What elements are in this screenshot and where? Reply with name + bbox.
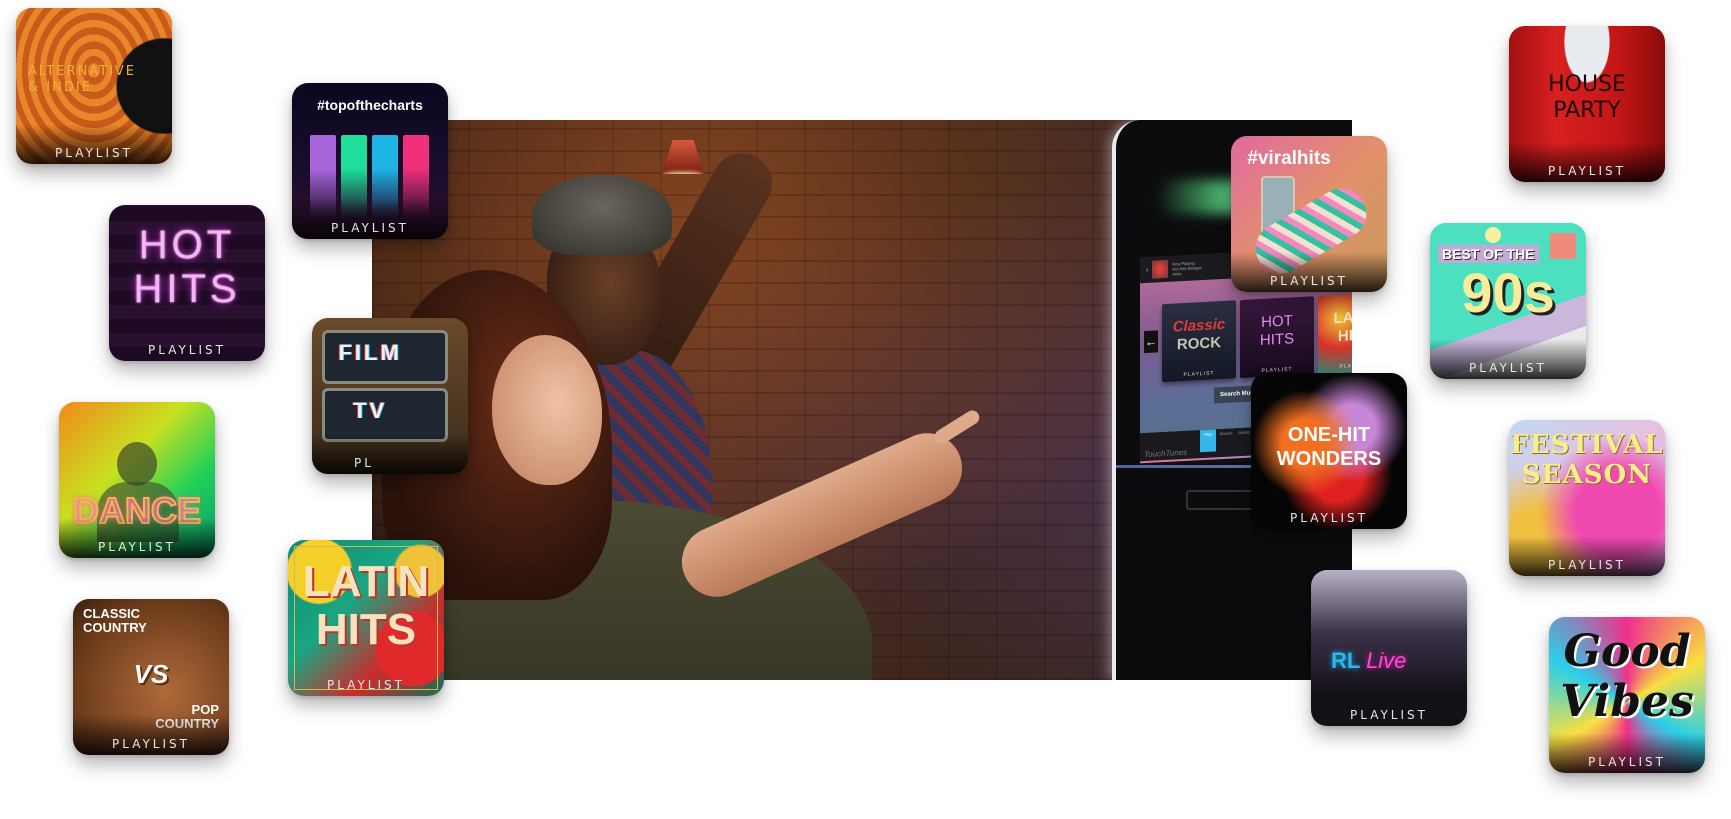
decor-circle xyxy=(1485,227,1501,243)
touchtunes-logo: TouchTunes xyxy=(1144,447,1188,460)
playlist-label: PLAYLIST xyxy=(1548,558,1626,572)
playlist-card-classic-vs-pop-country[interactable]: CLASSIC COUNTRY VS POP COUNTRY PLAYLIST xyxy=(73,599,229,755)
carousel-item-latin-hits[interactable]: LATIN HITS PLAYLIST xyxy=(1318,292,1353,375)
playlist-card-dance[interactable]: DANCE PLAYLIST xyxy=(59,402,215,558)
playlist-card-film-tv[interactable]: FILM TV PL xyxy=(312,318,468,474)
card-title-line: Vibes xyxy=(1560,676,1694,727)
man-cap xyxy=(532,175,672,255)
card-title: FESTIVAL SEASON xyxy=(1509,430,1665,490)
playlist-card-top-of-the-charts[interactable]: #topofthecharts PLAYLIST xyxy=(292,83,448,239)
playlist-label: PLAYLIST xyxy=(1290,511,1368,525)
playlist-label: PL xyxy=(354,456,374,470)
playlist-label: PLAYLIST xyxy=(1548,164,1626,178)
playlist-card-irl-live[interactable]: RL Live PLAYLIST xyxy=(1311,570,1467,726)
now-playing-thumbnail xyxy=(1152,259,1169,279)
playlist-label: PLAYLIST xyxy=(331,221,409,235)
playlist-label: PLAYLIST xyxy=(112,737,190,751)
hero-photo: ‹ Now Playing Hot Hits Mixtape Artist 10… xyxy=(372,120,1352,680)
woman-face xyxy=(492,335,602,485)
card-title: #topofthecharts xyxy=(317,97,423,113)
card-title: Good Vibes xyxy=(1549,627,1705,727)
nav-tab-play[interactable]: Play xyxy=(1200,429,1216,453)
playlist-label: PLAYLIST xyxy=(98,540,176,554)
playlist-card-latin-hits[interactable]: LATIN HITS PLAYLIST xyxy=(288,540,444,696)
carousel-title: ROCK xyxy=(1176,334,1222,354)
carousel-label: PLAYLIST xyxy=(1183,370,1215,379)
nav-tab-artists[interactable]: Artists xyxy=(1236,427,1252,450)
playlist-label: PLAYLIST xyxy=(327,678,405,692)
playlist-label: PLAYLIST xyxy=(148,343,226,357)
playlist-label: PLAYLIST xyxy=(1588,755,1666,769)
playlist-card-good-vibes[interactable]: Good Vibes PLAYLIST xyxy=(1549,617,1705,773)
playlist-card-hot-hits[interactable]: HOT HITS PLAYLIST xyxy=(109,205,265,361)
card-title: HOT HITS xyxy=(109,223,265,311)
card-title: RL Live xyxy=(1331,648,1467,674)
card-title-line: ONE-HIT xyxy=(1287,424,1371,446)
card-title-line: TV xyxy=(352,398,388,423)
card-top-title: CLASSIC COUNTRY xyxy=(83,607,229,635)
card-title: #viralhits xyxy=(1247,148,1331,169)
card-title-part: RL xyxy=(1331,648,1360,673)
versus-badge: VS xyxy=(133,659,169,689)
carousel-title: LATIN xyxy=(1333,307,1352,328)
card-title-line: 90s xyxy=(1461,261,1555,324)
carousel-title: HITS xyxy=(1259,330,1295,350)
playlist-card-one-hit-wonders[interactable]: ONE-HIT WONDERS PLAYLIST xyxy=(1251,373,1407,529)
carousel-title: HITS xyxy=(1337,326,1352,345)
playlist-card-house-party[interactable]: HOUSE PARTY PLAYLIST xyxy=(1509,26,1665,182)
nav-tab-search[interactable]: Search xyxy=(1218,428,1234,451)
playlist-label: PLAYLIST xyxy=(55,146,133,160)
card-title-line: ALTERNATIVE xyxy=(28,64,137,79)
card-title-line: HOT xyxy=(138,223,236,267)
card-title-line: PARTY xyxy=(1553,98,1621,123)
back-chevron-icon[interactable]: ‹ xyxy=(1146,266,1148,273)
playlist-card-festival-season[interactable]: FESTIVAL SEASON PLAYLIST xyxy=(1509,420,1665,576)
playlist-card-viral-hits[interactable]: #viralhits PLAYLIST xyxy=(1231,136,1387,292)
card-title-line: HOUSE xyxy=(1548,72,1626,97)
playlist-label: PLAYLIST xyxy=(1469,361,1547,375)
playlist-card-alternative-indie[interactable]: ALTERNATIVE & INDIE PLAYLIST xyxy=(16,8,172,164)
card-title-line: Good xyxy=(1563,626,1691,677)
playlist-label: PLAYLIST xyxy=(1350,708,1428,722)
card-title-line: FILM xyxy=(338,340,402,365)
prev-arrow-button[interactable]: ← xyxy=(1144,330,1158,354)
now-playing-artist: Artist xyxy=(1172,270,1182,277)
playlist-card-best-of-90s[interactable]: BEST OF THE 90s PLAYLIST xyxy=(1430,223,1586,379)
carousel-item-hot-hits[interactable]: HOT HITS PLAYLIST xyxy=(1240,296,1314,379)
now-playing[interactable]: ‹ Now Playing Hot Hits Mixtape Artist xyxy=(1146,258,1202,279)
card-title-line: SEASON xyxy=(1522,460,1652,490)
card-title-line: & INDIE xyxy=(28,80,92,95)
decor-square xyxy=(1550,233,1576,259)
card-title-line: HITS xyxy=(133,267,241,311)
card-title-line: HITS xyxy=(315,605,417,654)
card-title-line: LATIN xyxy=(302,557,430,606)
carousel-title: Classic xyxy=(1172,315,1226,336)
playlist-carousel: Classic ROCK PLAYLIST HOT HITS PLAYLIST … xyxy=(1162,292,1353,383)
card-title: ALTERNATIVE & INDIE xyxy=(28,64,172,96)
card-title: LATIN HITS xyxy=(288,558,444,654)
card-title-part: Live xyxy=(1366,648,1407,673)
dj-silhouette xyxy=(117,442,157,486)
carousel-label: PLAYLIST xyxy=(1339,362,1353,370)
carousel-title: HOT xyxy=(1261,312,1293,331)
card-title: HOUSE PARTY xyxy=(1509,72,1665,124)
playlist-label: PLAYLIST xyxy=(1270,274,1348,288)
carousel-item-classic-rock[interactable]: Classic ROCK PLAYLIST xyxy=(1162,300,1236,383)
card-title-line: FESTIVAL xyxy=(1510,430,1664,460)
card-title-line: WONDERS xyxy=(1276,448,1382,470)
card-title-line: COUNTRY xyxy=(83,620,147,635)
card-title: ONE-HIT WONDERS xyxy=(1251,423,1407,471)
card-title-line: CLASSIC xyxy=(83,606,141,621)
